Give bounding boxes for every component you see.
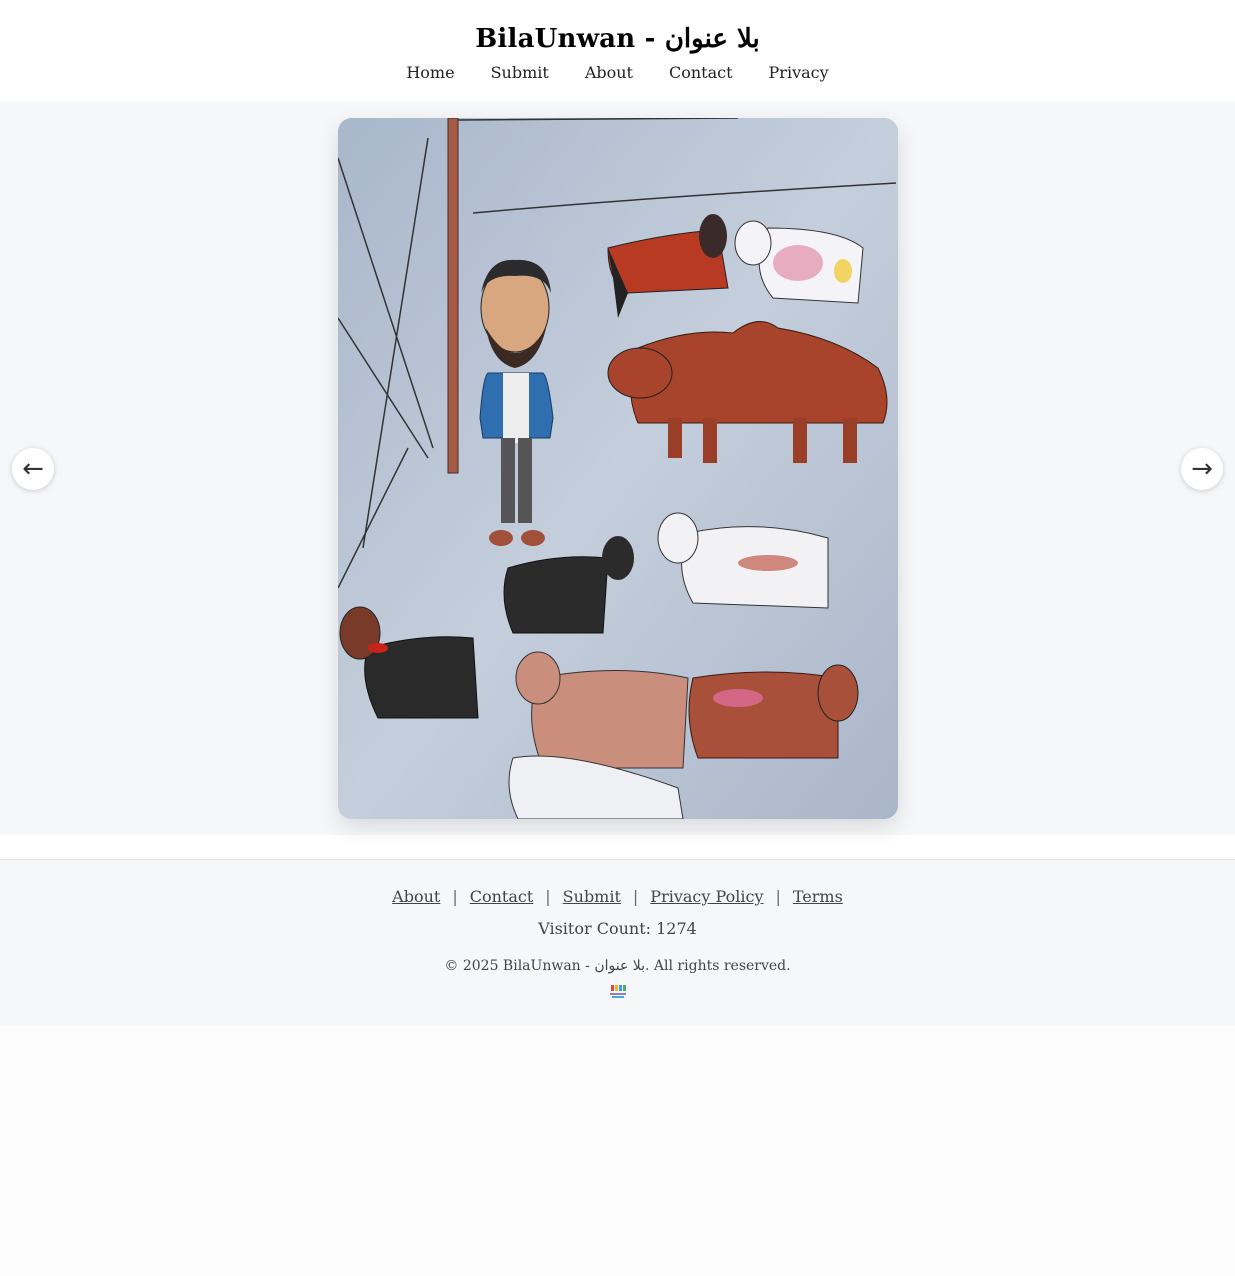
nav-contact-link[interactable]: Contact <box>669 62 733 84</box>
logo-icon <box>609 985 626 998</box>
footer-separator: | <box>775 887 781 906</box>
site-footer: About | Contact | Submit | Privacy Policy | Term… <box>0 859 1235 1026</box>
footer-about-link[interactable]: About <box>392 887 440 906</box>
site-header: BilaUnwan - بلا عنوان Home Submit About … <box>0 0 1235 102</box>
footer-links: About | Contact | Submit | Privacy Policy | Term… <box>0 860 1235 908</box>
footer-privacy-policy-link[interactable]: Privacy Policy <box>650 887 763 906</box>
artwork-gallery: ← → <box>0 102 1235 835</box>
nav-home-link[interactable]: Home <box>406 62 454 84</box>
copyright-text: © 2025 BilaUnwan - بلا عنوان. All rights… <box>444 958 791 974</box>
visitor-count: Visitor Count: 1274 <box>538 919 697 938</box>
page-bottom-area <box>0 1026 1235 1276</box>
footer-separator: | <box>452 887 458 906</box>
footer-terms-link[interactable]: Terms <box>793 887 843 906</box>
section-spacer <box>0 835 1235 859</box>
nav-submit-link[interactable]: Submit <box>491 62 549 84</box>
footer-submit-link[interactable]: Submit <box>563 887 621 906</box>
drawing-artwork <box>338 118 898 819</box>
site-title: BilaUnwan - بلا عنوان <box>475 24 760 54</box>
footer-separator: | <box>545 887 551 906</box>
footer-contact-link[interactable]: Contact <box>470 887 534 906</box>
footer-separator: | <box>632 887 639 906</box>
previous-arrow-button[interactable]: ← <box>12 448 54 490</box>
nav-privacy-link[interactable]: Privacy <box>769 62 829 84</box>
nav-about-link[interactable]: About <box>585 62 633 84</box>
next-arrow-button[interactable]: → <box>1181 448 1223 490</box>
artwork-image <box>338 118 898 819</box>
main-nav: Home Submit About Contact Privacy <box>0 62 1235 84</box>
site-logo <box>607 984 629 1000</box>
